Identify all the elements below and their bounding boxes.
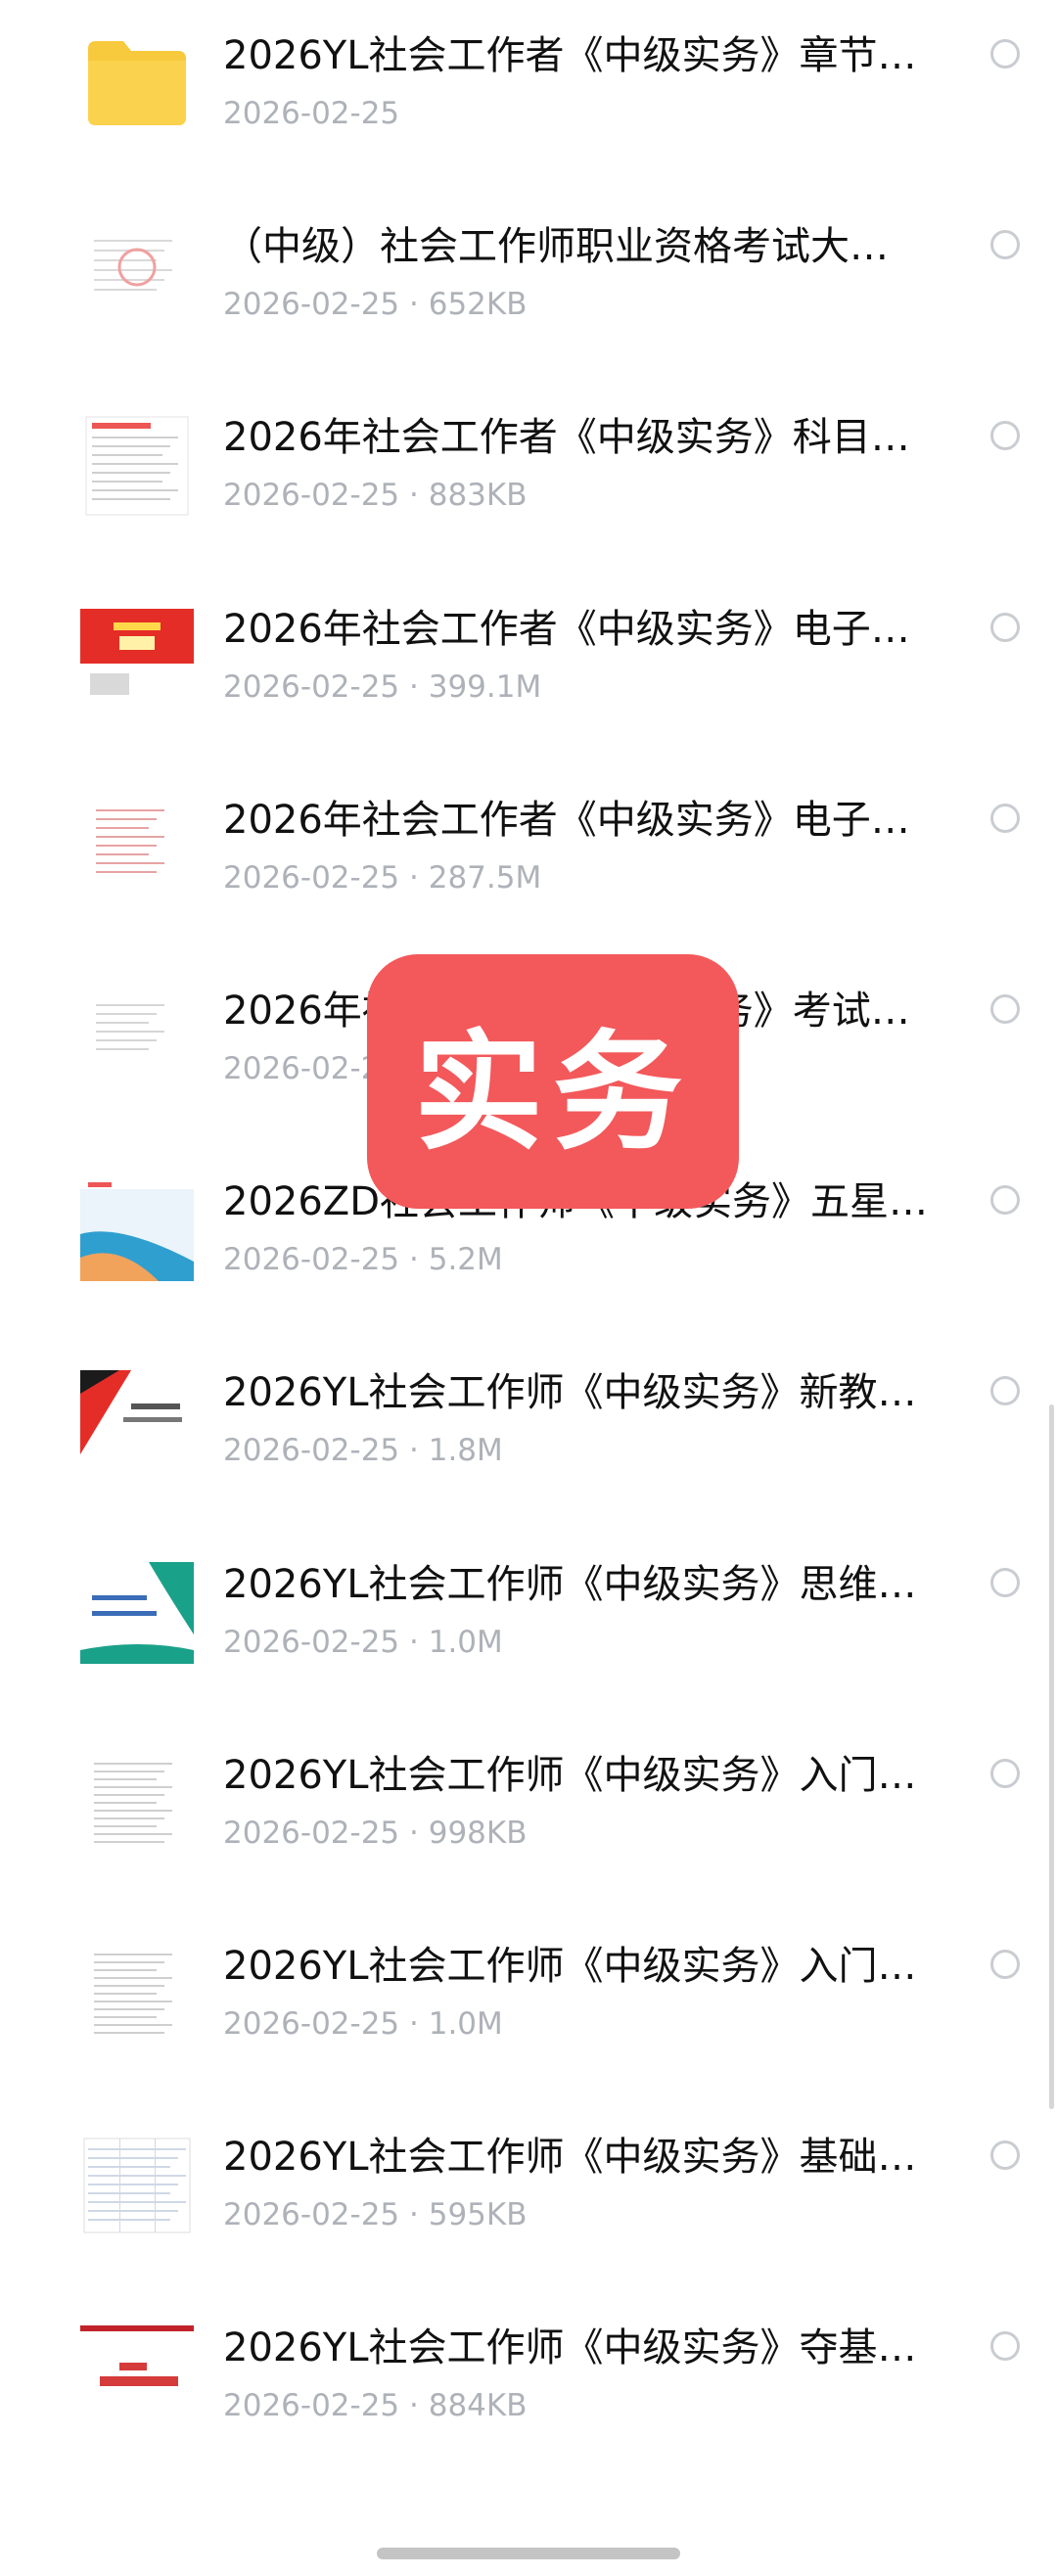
spreadsheet-thumbnail-icon: [80, 2129, 194, 2242]
file-title: 2026YL社会工作师《中级实务》入门…: [223, 1944, 917, 1989]
document-thumbnail-icon: [80, 218, 194, 332]
file-title: 2026YL社会工作者《中级实务》章节…: [223, 33, 917, 78]
select-checkbox[interactable]: [990, 803, 1020, 833]
file-meta: 2026-02-25: [223, 96, 400, 131]
file-meta: 2026-02-25 · 1.0M: [223, 1624, 503, 1660]
file-title: 2026YL社会工作师《中级实务》基础…: [223, 2135, 917, 2181]
file-meta: 2026-02-25 · 883KB: [223, 478, 528, 514]
select-checkbox[interactable]: [990, 2140, 1020, 2171]
folder-row[interactable]: 2026YL社会工作者《中级实务》章节… 2026-02-25: [0, 0, 1057, 191]
select-checkbox[interactable]: [990, 2331, 1020, 2362]
file-meta: 2026-02-25 · 652KB: [223, 287, 528, 323]
file-meta: 2026-02-25 · 998KB: [223, 1815, 528, 1851]
cover-thumbnail-icon: [80, 1173, 194, 1287]
document-thumbnail-icon: [80, 1938, 194, 2051]
file-row[interactable]: 2026YL社会工作师《中级实务》思维… 2026-02-25 · 1.0M: [0, 1529, 1057, 1720]
file-row[interactable]: 2026年社会工作者《中级实务》电子… 2026-02-25 · 287.5M: [0, 764, 1057, 955]
select-checkbox[interactable]: [990, 230, 1020, 260]
document-thumbnail-icon: [80, 983, 194, 1096]
file-row[interactable]: 2026年社会工作者《中级实务》科目… 2026-02-25 · 883KB: [0, 382, 1057, 573]
document-thumbnail-icon: [80, 2320, 194, 2433]
book-cover-thumbnail-icon: [80, 601, 194, 714]
file-title: 2026YL社会工作师《中级实务》夺基…: [223, 2325, 917, 2371]
file-title: 2026YL社会工作师《中级实务》新教…: [223, 1370, 917, 1416]
overlay-label-text: 实务: [414, 1017, 692, 1169]
file-meta: 2026-02-25 · 884KB: [223, 2388, 528, 2424]
file-meta: 2026-02-25 · 1.8M: [223, 1433, 503, 1469]
file-title: 2026年社会工作者《中级实务》电子…: [223, 606, 910, 652]
select-checkbox[interactable]: [990, 1567, 1020, 1597]
cover-thumbnail-icon: [80, 1556, 194, 1670]
file-meta: 2026-02-25 · 399.1M: [223, 668, 542, 705]
file-title: 2026YL社会工作师《中级实务》思维…: [223, 1561, 917, 1607]
select-checkbox[interactable]: [990, 421, 1020, 451]
file-meta: 2026-02-25 · 5.2M: [223, 1242, 503, 1278]
select-checkbox[interactable]: [990, 612, 1020, 642]
select-checkbox[interactable]: [990, 39, 1020, 69]
document-thumbnail-icon: [80, 1747, 194, 1861]
file-row[interactable]: 2026YL社会工作师《中级实务》夺基… 2026-02-25 · 884KB: [0, 2292, 1057, 2483]
folder-icon: [80, 27, 194, 141]
select-checkbox[interactable]: [990, 1376, 1020, 1406]
file-row[interactable]: 2026YL社会工作师《中级实务》入门… 2026-02-25 · 998KB: [0, 1720, 1057, 1910]
scrollbar[interactable]: [1049, 1404, 1054, 2109]
select-checkbox[interactable]: [990, 1758, 1020, 1788]
file-title: （中级）社会工作师职业资格考试大…: [223, 224, 889, 270]
file-row[interactable]: 2026YL社会工作师《中级实务》基础… 2026-02-25 · 595KB: [0, 2101, 1057, 2292]
select-checkbox[interactable]: [990, 994, 1020, 1024]
document-thumbnail-icon: [80, 792, 194, 905]
file-row[interactable]: 2026年社会工作者《中级实务》电子… 2026-02-25 · 399.1M: [0, 574, 1057, 764]
file-title: 2026YL社会工作师《中级实务》入门…: [223, 1752, 917, 1798]
file-row[interactable]: 2026YL社会工作师《中级实务》入门… 2026-02-25 · 1.0M: [0, 1910, 1057, 2101]
overlay-label-badge: 实务: [367, 954, 739, 1209]
file-row[interactable]: （中级）社会工作师职业资格考试大… 2026-02-25 · 652KB: [0, 191, 1057, 382]
file-title: 2026年社会工作者《中级实务》科目…: [223, 415, 910, 461]
file-title: 2026年社会工作者《中级实务》电子…: [223, 797, 910, 843]
file-meta: 2026-02-25 · 287.5M: [223, 859, 542, 896]
select-checkbox[interactable]: [990, 1185, 1020, 1216]
document-thumbnail-icon: [80, 409, 194, 523]
file-meta: 2026-02-25 · 1.0M: [223, 2006, 503, 2042]
file-row[interactable]: 2026YL社会工作师《中级实务》新教… 2026-02-25 · 1.8M: [0, 1337, 1057, 1528]
file-meta: 2026-02-25 · 595KB: [223, 2197, 528, 2233]
cover-thumbnail-icon: [80, 1364, 194, 1478]
home-indicator[interactable]: [377, 2548, 680, 2559]
select-checkbox[interactable]: [990, 1950, 1020, 1979]
